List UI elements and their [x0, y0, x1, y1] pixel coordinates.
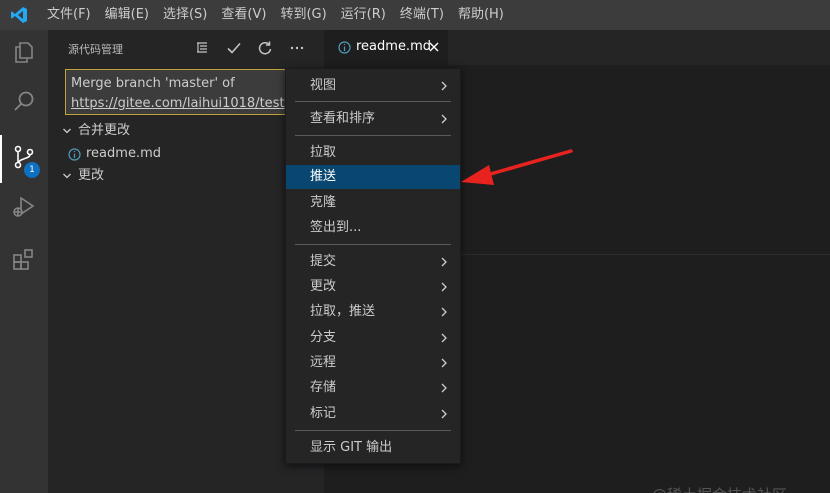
tab-label: readme.md: [356, 39, 431, 54]
menu-item-tags[interactable]: 标记: [286, 402, 460, 426]
close-icon[interactable]: [427, 40, 441, 54]
menu-item-clone[interactable]: 克隆: [286, 191, 460, 215]
menu-item-label: 标记: [310, 406, 337, 421]
menu-item-commit[interactable]: 提交: [286, 250, 460, 274]
menu-item-label: 存储: [310, 380, 337, 395]
extensions-button[interactable]: [0, 238, 48, 286]
info-icon: [338, 41, 351, 54]
commit-check-icon[interactable]: [223, 37, 245, 59]
menu-bar: 文件(F) 编辑(E) 选择(S) 查看(V) 转到(G) 运行(R) 终端(T…: [40, 0, 511, 30]
menu-item-label: 克隆: [310, 195, 337, 210]
menu-terminal[interactable]: 终端(T): [393, 0, 451, 30]
menu-item-stash[interactable]: 存储: [286, 376, 460, 400]
menu-item-label: 查看和排序: [310, 111, 376, 126]
menu-item-label: 分支: [310, 330, 337, 345]
menu-item-branch[interactable]: 分支: [286, 326, 460, 350]
menu-separator: [295, 244, 451, 245]
menu-item-remote[interactable]: 远程: [286, 351, 460, 375]
menu-separator: [295, 101, 451, 102]
menu-item-view-sort[interactable]: 查看和排序: [286, 107, 460, 131]
menu-item-label: 远程: [310, 355, 337, 370]
menu-item-label: 视图: [310, 78, 337, 93]
menu-run[interactable]: 运行(R): [334, 0, 393, 30]
context-menu: 视图 查看和排序 拉取 推送 克隆 签出到... 提交 更改 拉取，推送 分支 …: [285, 68, 461, 464]
menu-item-view[interactable]: 视图: [286, 74, 460, 98]
search-button[interactable]: [0, 80, 48, 128]
chevron-right-icon: [438, 250, 450, 274]
info-icon: [67, 147, 81, 161]
more-actions-icon[interactable]: [286, 37, 308, 59]
chevron-right-icon: [438, 275, 450, 299]
file-row-readme[interactable]: readme.md: [48, 143, 324, 165]
menu-separator: [295, 430, 451, 431]
source-control-sidebar: 源代码管理 Merge branch 'master' of https://g…: [48, 30, 324, 493]
chevron-right-icon: [438, 74, 450, 98]
sidebar-header: 源代码管理: [48, 30, 324, 65]
changes-count-badge: 1: [24, 162, 40, 178]
chevron-right-icon: [438, 107, 450, 131]
run-debug-icon: [11, 194, 37, 224]
chevron-right-icon: [438, 376, 450, 400]
extensions-icon: [11, 247, 37, 277]
menu-item-push[interactable]: 推送: [286, 165, 460, 189]
commit-message-line2: https://gitee.com/laihui1018/test: [71, 96, 285, 111]
chevron-right-icon: [438, 326, 450, 350]
merge-changes-label: 合并更改: [78, 123, 131, 138]
chevron-right-icon: [438, 402, 450, 426]
refresh-icon[interactable]: [254, 37, 276, 59]
menu-item-pull[interactable]: 拉取: [286, 141, 460, 165]
commit-message-input[interactable]: Merge branch 'master' of https://gitee.c…: [65, 69, 297, 115]
menu-item-pull-push[interactable]: 拉取，推送: [286, 300, 460, 324]
editor-tabs: readme.md: [324, 30, 830, 65]
source-control-button[interactable]: 1: [0, 135, 48, 183]
files-icon: [11, 39, 37, 69]
menu-view[interactable]: 查看(V): [214, 0, 273, 30]
run-debug-button[interactable]: [0, 185, 48, 233]
chevron-down-icon: [61, 165, 73, 187]
menu-item-show-git-output[interactable]: 显示 GIT 输出: [286, 436, 460, 460]
menu-edit[interactable]: 编辑(E): [98, 0, 156, 30]
menu-item-label: 推送: [310, 169, 337, 184]
search-icon: [11, 89, 37, 119]
tab-readme[interactable]: readme.md: [324, 30, 448, 65]
activity-bar: 1: [0, 30, 48, 493]
menu-separator: [295, 135, 451, 136]
chevron-down-icon: [61, 120, 73, 142]
menu-item-checkout[interactable]: 签出到...: [286, 216, 460, 240]
menu-item-label: 拉取，推送: [310, 304, 376, 319]
menu-item-label: 签出到...: [310, 220, 362, 235]
file-name: readme.md: [86, 146, 161, 161]
view-as-tree-icon[interactable]: [191, 37, 213, 59]
changes-label: 更改: [78, 168, 105, 183]
menu-help[interactable]: 帮助(H): [451, 0, 511, 30]
sidebar-title: 源代码管理: [68, 43, 123, 56]
menu-item-label: 拉取: [310, 145, 337, 160]
menu-item-label: 提交: [310, 254, 337, 269]
menu-item-changes[interactable]: 更改: [286, 275, 460, 299]
menu-selection[interactable]: 选择(S): [156, 0, 214, 30]
menu-file[interactable]: 文件(F): [40, 0, 98, 30]
vscode-logo-icon: [8, 4, 30, 26]
menu-item-label: 更改: [310, 279, 337, 294]
menu-item-label: 显示 GIT 输出: [310, 440, 393, 455]
menu-go[interactable]: 转到(G): [273, 0, 333, 30]
title-bar: 文件(F) 编辑(E) 选择(S) 查看(V) 转到(G) 运行(R) 终端(T…: [0, 0, 830, 30]
watermark: @稀土掘金技术社区: [652, 484, 787, 493]
commit-message-line1: Merge branch 'master' of: [71, 76, 235, 91]
chevron-right-icon: [438, 351, 450, 375]
chevron-right-icon: [438, 300, 450, 324]
explorer-button[interactable]: [0, 30, 48, 78]
merge-changes-group[interactable]: 合并更改: [48, 120, 324, 142]
changes-group[interactable]: 更改: [48, 165, 324, 187]
